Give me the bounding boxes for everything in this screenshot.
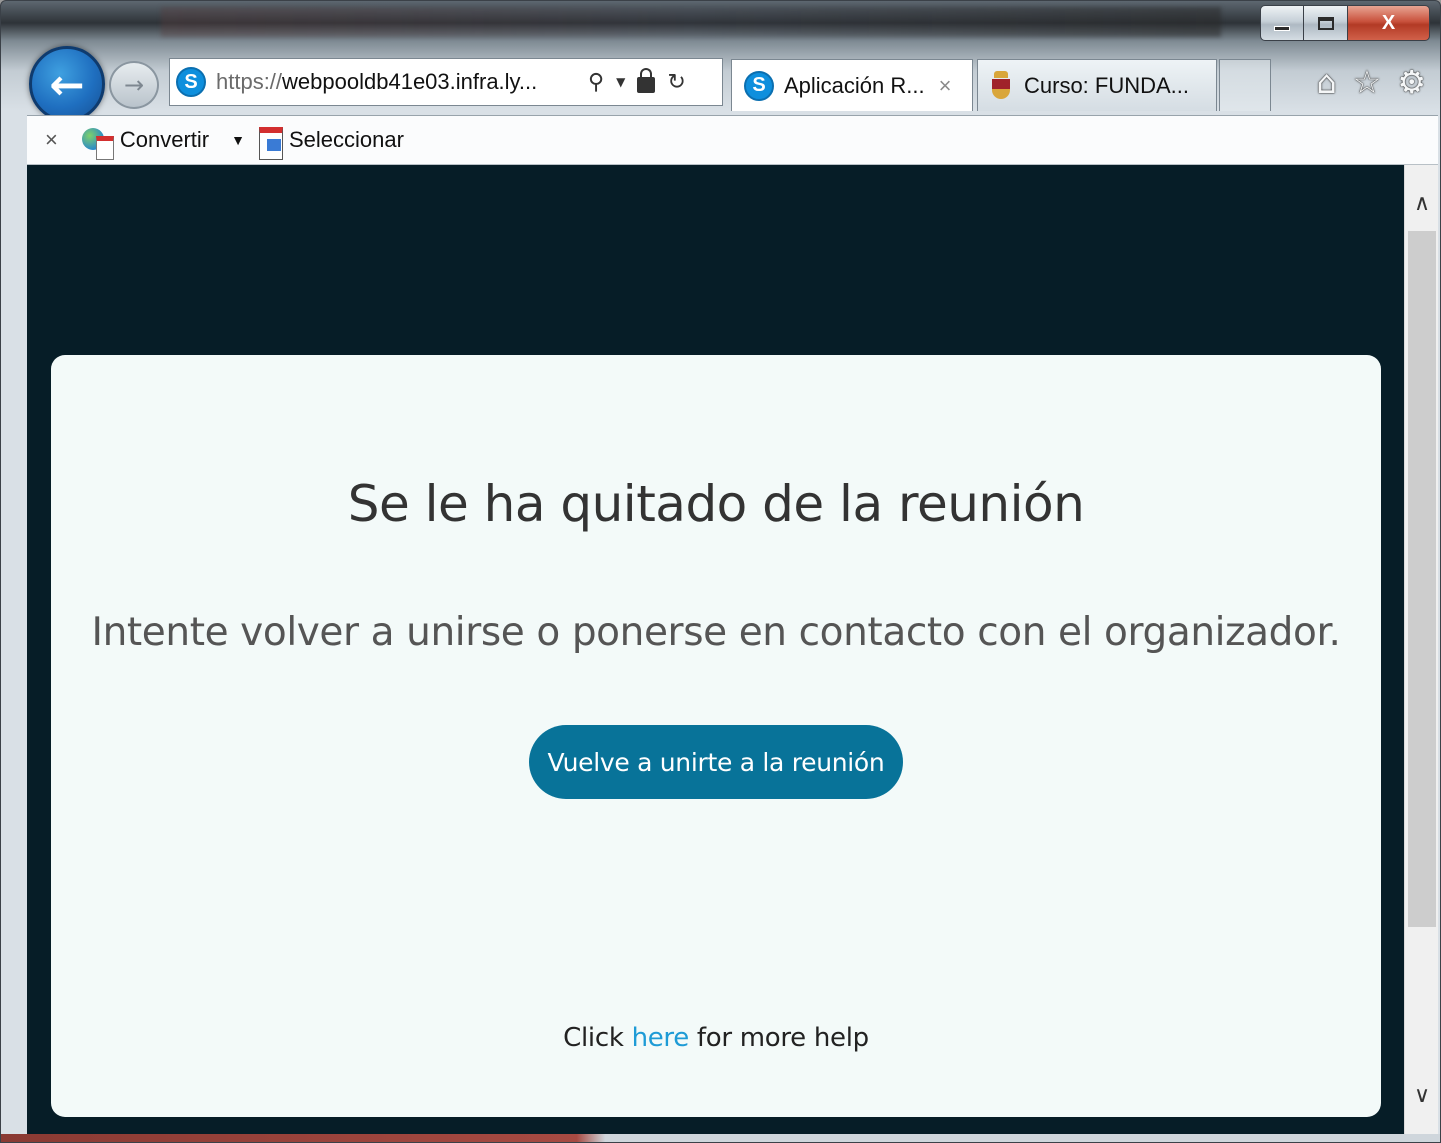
dialog-subtitle: Intente volver a unirse o ponerse en con… (91, 610, 1341, 655)
tab-label: Aplicación R... (784, 72, 925, 98)
forward-button[interactable]: → (109, 61, 159, 109)
title-bar (161, 7, 1221, 37)
back-button[interactable]: ← (29, 46, 105, 122)
scroll-thumb[interactable] (1408, 231, 1436, 927)
page-viewport: Se le ha quitado de la reunión Intente v… (27, 165, 1404, 1135)
scroll-up-icon[interactable]: ∧ (1405, 173, 1439, 233)
convert-button[interactable]: Convertir (81, 126, 210, 160)
lock-icon[interactable] (637, 68, 656, 93)
browser-window: X ← → S https://webpooldb41e03.infra.ly.… (0, 0, 1441, 1143)
minimize-icon (1274, 25, 1290, 31)
dialog-title: Se le ha quitado de la reunión (347, 475, 1085, 533)
select-pdf-icon (255, 125, 285, 160)
address-bar[interactable]: S https://webpooldb41e03.infra.ly... ⚲ ▼… (169, 58, 723, 106)
select-label: Seleccionar (288, 127, 404, 152)
refresh-icon[interactable]: ↻ (667, 70, 685, 95)
browser-toolbar: ⌂ ☆ ⚙ (1316, 63, 1426, 101)
maximize-button[interactable] (1304, 5, 1348, 41)
favorites-star-icon[interactable]: ☆ (1353, 63, 1382, 101)
help-prefix: Click (563, 1023, 632, 1053)
help-suffix: for more help (688, 1023, 869, 1053)
address-tools: ⚲ ▼ ↻ (588, 68, 686, 95)
convert-pdf-icon (81, 126, 116, 160)
maximize-icon (1317, 16, 1334, 30)
convert-dropdown-icon[interactable]: ▼ (231, 132, 245, 148)
skype-icon: S (176, 67, 206, 97)
close-window-button[interactable]: X (1348, 5, 1430, 41)
back-arrow-icon: ← (49, 59, 85, 109)
url-scheme: https:// (216, 69, 283, 94)
help-line: Click here for more help (51, 1023, 1381, 1053)
minimize-button[interactable] (1260, 5, 1304, 41)
url-domain: webpooldb41e03.infra.ly... (282, 69, 538, 94)
home-icon[interactable]: ⌂ (1316, 63, 1336, 101)
tab-aplicacion[interactable]: S Aplicación R... × (731, 59, 973, 111)
command-bar: × Convertir ▼ Seleccionar (27, 115, 1438, 165)
help-link[interactable]: here (632, 1023, 690, 1053)
skype-icon: S (744, 70, 774, 101)
window-caption-buttons: X (1260, 5, 1430, 41)
tab-close-icon[interactable]: × (939, 73, 952, 99)
select-button[interactable]: Seleccionar (255, 125, 404, 160)
close-command-bar-icon[interactable]: × (45, 127, 58, 153)
crest-icon (990, 70, 1012, 101)
removed-from-meeting-dialog: Se le ha quitado de la reunión Intente v… (51, 355, 1381, 1117)
rejoin-meeting-button[interactable]: Vuelve a unirte a la reunión (529, 725, 903, 799)
forward-arrow-icon: → (123, 71, 145, 99)
url-text[interactable]: https://webpooldb41e03.infra.ly... (216, 69, 576, 95)
tab-curso[interactable]: Curso: FUNDA... (977, 59, 1217, 111)
new-tab-button[interactable] (1219, 59, 1271, 111)
settings-gear-icon[interactable]: ⚙ (1397, 63, 1426, 101)
vertical-scrollbar[interactable]: ∧ ∨ (1404, 165, 1438, 1135)
convert-label: Convertir (119, 127, 210, 152)
search-icon[interactable]: ⚲ (588, 70, 604, 95)
dropdown-icon[interactable]: ▼ (616, 75, 625, 89)
tab-label: Curso: FUNDA... (1024, 72, 1190, 98)
scroll-down-icon[interactable]: ∨ (1405, 1065, 1439, 1125)
